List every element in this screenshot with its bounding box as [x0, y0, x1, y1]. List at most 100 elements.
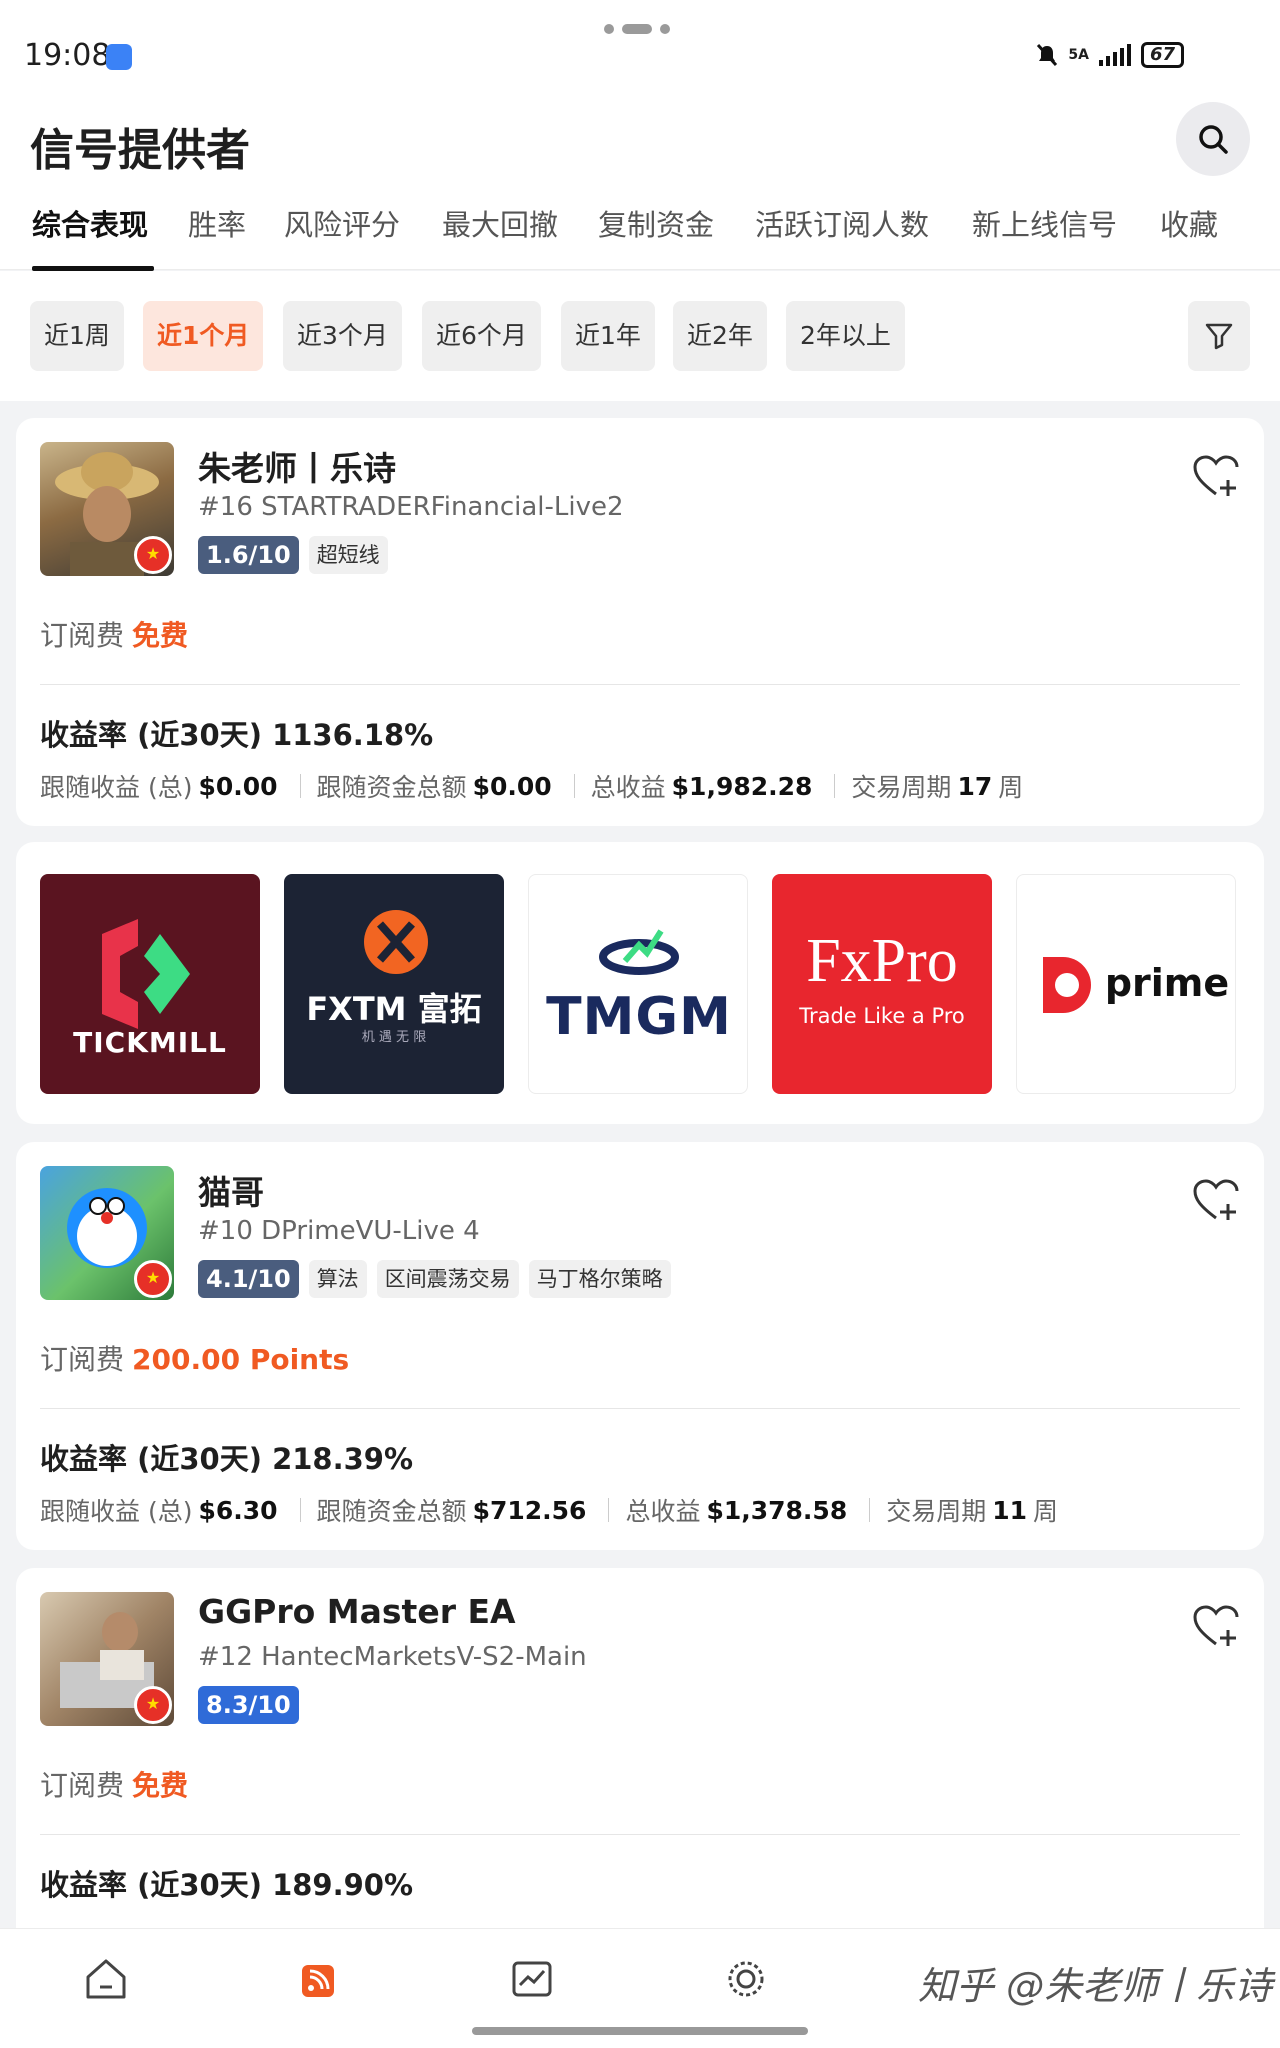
country-flag-icon: ★ [134, 536, 172, 574]
return-value: 218.39% [272, 1442, 414, 1476]
add-favorite-icon[interactable] [1192, 454, 1240, 498]
category-tabs: 综合表现 胜率 风险评分 最大回撤 复制资金 活跃订阅人数 新上线信号 收藏 [0, 190, 1280, 270]
tab-active-subscribers[interactable]: 活跃订阅人数 [755, 202, 929, 244]
broker-logo-tmgm[interactable]: TMGM [528, 874, 748, 1094]
home-icon[interactable] [82, 1955, 130, 2003]
brand-name: FXTM 富拓 [306, 990, 482, 1028]
follow-profit-label: 跟随收益 (总) [40, 1497, 193, 1526]
fee-label: 订阅费 [40, 1769, 125, 1802]
total-profit-label: 总收益 [625, 1497, 701, 1526]
stats-row: 跟随收益 (总) $0.00 跟随资金总额 $0.00 总收益 $1,982.28 交… [40, 768, 1023, 804]
score-badge: 4.1/10 [198, 1260, 299, 1298]
return-rate: 收益率 (近30天) 1136.18% [40, 712, 433, 754]
broker-logo-fxtm[interactable]: FXTM 富拓 机 遇 无 限 [284, 874, 504, 1094]
return-label: 收益率 (近30天) [40, 718, 262, 752]
tickmill-logo-icon [102, 919, 190, 1029]
divider [40, 684, 1240, 685]
broker-logo-fxpro[interactable]: FxPro Trade Like a Pro [772, 874, 992, 1094]
trade-period-label: 交易周期 [886, 1497, 987, 1526]
total-profit-label: 总收益 [590, 773, 666, 802]
fee-value: 免费 [132, 619, 189, 652]
tab-new-signals[interactable]: 新上线信号 [972, 202, 1117, 244]
discover-icon[interactable] [722, 1955, 770, 2003]
provider-name[interactable]: 猫哥 [198, 1166, 264, 1214]
filter-button[interactable] [1188, 301, 1250, 371]
tab-win-rate[interactable]: 胜率 [188, 202, 246, 244]
fee-label: 订阅费 [40, 619, 125, 652]
status-time: 19:08 [24, 38, 111, 73]
strategy-tag: 区间震荡交易 [376, 1260, 519, 1298]
trade-period-label: 交易周期 [851, 773, 952, 802]
account-id: #10 DPrimeVU-Live 4 [198, 1216, 480, 1246]
tab-max-drawdown[interactable]: 最大回撤 [442, 202, 558, 244]
tab-favorites[interactable]: 收藏 [1160, 202, 1218, 244]
signal-card[interactable]: ★ GGPro Master EA #12 HantecMarketsV-S2-… [16, 1568, 1264, 1968]
provider-name[interactable]: 朱老师丨乐诗 [198, 442, 396, 490]
trade-period-value: 17 [957, 771, 993, 801]
follow-profit-value: $6.30 [198, 1495, 278, 1525]
follow-funds-label: 跟随资金总额 [316, 1497, 467, 1526]
battery-icon: 67 [1140, 42, 1184, 68]
signal-card[interactable]: ★ 朱老师丨乐诗 #16 STARTRADERFinancial-Live2 1… [16, 418, 1264, 826]
total-profit-value: $1,378.58 [706, 1495, 848, 1525]
return-rate: 收益率 (近30天) 189.90% [40, 1862, 413, 1904]
period-filter-bar: 近1周 近1个月 近3个月 近6个月 近1年 近2年 2年以上 [0, 271, 1280, 401]
score-badge: 1.6/10 [198, 536, 299, 574]
period-1-week[interactable]: 近1周 [30, 301, 124, 371]
period-1-year[interactable]: 近1年 [561, 301, 655, 371]
tab-overall[interactable]: 综合表现 [32, 202, 148, 244]
status-bar: 19:08 5A 67 [0, 0, 1280, 100]
follow-profit-value: $0.00 [198, 771, 278, 801]
period-1-month[interactable]: 近1个月 [143, 301, 264, 371]
mute-bell-icon [1037, 43, 1058, 67]
watermark: 知乎 @朱老师丨乐诗 [918, 1964, 1273, 2008]
add-favorite-icon[interactable] [1192, 1604, 1240, 1648]
tab-copy-funds[interactable]: 复制资金 [598, 202, 714, 244]
provider-name[interactable]: GGPro Master EA [198, 1592, 516, 1631]
period-6-months[interactable]: 近6个月 [422, 301, 541, 371]
return-value: 1136.18% [272, 718, 434, 752]
account-id: #12 HantecMarketsV-S2-Main [198, 1642, 587, 1672]
follow-profit-label: 跟随收益 (总) [40, 773, 193, 802]
period-2-years[interactable]: 近2年 [673, 301, 767, 371]
window-handle[interactable] [604, 24, 670, 34]
stats-row: 跟随收益 (总) $6.30 跟随资金总额 $712.56 总收益 $1,378.58… [40, 1492, 1058, 1528]
return-label: 收益率 (近30天) [40, 1868, 262, 1902]
home-indicator[interactable] [472, 2027, 808, 2035]
return-rate: 收益率 (近30天) 218.39% [40, 1436, 413, 1478]
strategy-tag: 算法 [308, 1260, 367, 1298]
strategy-tag: 马丁格尔策略 [528, 1260, 671, 1298]
follow-funds-value: $0.00 [472, 771, 552, 801]
tmgm-logo-icon [599, 929, 679, 975]
chart-icon[interactable] [508, 1955, 556, 2003]
follow-funds-label: 跟随资金总额 [316, 773, 467, 802]
page-title: 信号提供者 [30, 125, 250, 176]
header: 信号提供者 综合表现 胜率 风险评分 最大回撤 复制资金 活跃订阅人数 新上线信… [0, 100, 1280, 271]
divider [40, 1834, 1240, 1835]
week-unit: 周 [1033, 1497, 1059, 1526]
divider [40, 1408, 1240, 1409]
brand-slogan: Trade Like a Pro [799, 1004, 965, 1028]
brand-slogan: 机 遇 无 限 [361, 1030, 427, 1045]
tab-risk-score[interactable]: 风险评分 [284, 202, 400, 244]
subscription-fee: 订阅费 免费 [40, 1764, 188, 1804]
broker-logo-tickmill[interactable]: TICKMILL [40, 874, 260, 1094]
bottom-navigation: 知乎 @朱老师丨乐诗 [0, 1928, 1280, 2048]
country-flag-icon: ★ [134, 1260, 172, 1298]
period-over-2-years[interactable]: 2年以上 [786, 301, 905, 371]
return-value: 189.90% [272, 1868, 414, 1902]
search-button[interactable] [1176, 102, 1250, 176]
add-favorite-icon[interactable] [1192, 1178, 1240, 1222]
subscription-fee: 订阅费 免费 [40, 614, 188, 654]
brand-name: TMGM [546, 987, 732, 1047]
signal-icon [1098, 44, 1131, 66]
signals-icon[interactable] [296, 1955, 344, 2003]
broker-logo-dprime[interactable]: prime [1016, 874, 1236, 1094]
network-label: 5A [1068, 47, 1089, 63]
fee-value: 200.00 Points [132, 1343, 350, 1376]
period-3-months[interactable]: 近3个月 [283, 301, 402, 371]
total-profit-value: $1,982.28 [671, 771, 813, 801]
signal-card[interactable]: ★ 猫哥 #10 DPrimeVU-Live 4 4.1/10 算法 区间震荡交… [16, 1142, 1264, 1550]
broker-banner: TICKMILL FXTM 富拓 机 遇 无 限 TMGM FxPro Trad… [16, 842, 1264, 1124]
trade-period-value: 11 [992, 1495, 1028, 1525]
